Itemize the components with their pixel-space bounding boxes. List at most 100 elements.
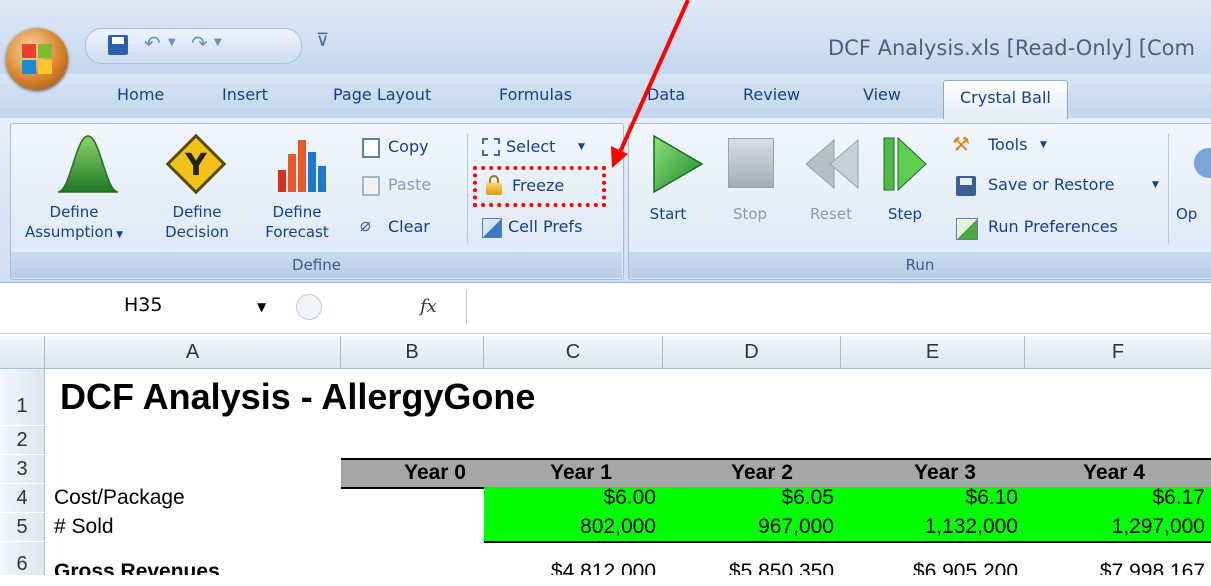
sold-value[interactable]: 1,297,000 xyxy=(1025,515,1205,539)
cost-package-value[interactable]: $6.10 xyxy=(841,486,1018,510)
quick-access-toolbar: ↶ ▼ ↷ ▼ xyxy=(85,28,302,64)
save-disk-icon xyxy=(956,176,976,196)
column-header-f[interactable]: F xyxy=(1025,336,1211,369)
tab-data[interactable]: Data xyxy=(647,85,685,104)
year-header: Year 1 xyxy=(550,461,612,484)
define-forecast-button[interactable]: Define Forecast xyxy=(252,128,342,248)
cost-package-value[interactable]: $6.05 xyxy=(663,486,834,510)
start-label: Start xyxy=(649,205,687,223)
define-group-label: Define xyxy=(11,252,622,278)
redo-dropdown-icon[interactable]: ▼ xyxy=(214,37,222,48)
insert-function-icon[interactable]: fx xyxy=(420,296,437,317)
row-label-gross-revenues: Gross Revenues xyxy=(54,560,220,575)
tab-formulas[interactable]: Formulas xyxy=(499,85,572,104)
gross-revenues-value[interactable]: $6,905,200 xyxy=(841,560,1018,575)
save-or-restore-dropdown-icon: ▼ xyxy=(1152,180,1159,190)
save-or-restore-button[interactable]: Save or Restore ▼ xyxy=(952,174,1162,200)
start-button[interactable]: Start xyxy=(640,128,704,248)
define-forecast-label-2: Forecast xyxy=(265,223,329,241)
tab-page-layout[interactable]: Page Layout xyxy=(333,85,431,104)
define-decision-label-2: Decision xyxy=(165,223,229,241)
define-decision-label-1: Define xyxy=(172,203,222,221)
tab-insert[interactable]: Insert xyxy=(222,85,268,104)
paste-icon xyxy=(362,176,380,196)
tools-dropdown-icon: ▼ xyxy=(1040,140,1047,150)
row-header-3[interactable]: 3 xyxy=(0,455,45,483)
row-header-1[interactable]: 1 xyxy=(0,369,45,425)
stop-button[interactable]: Stop xyxy=(718,128,782,248)
sold-value[interactable]: 1,132,000 xyxy=(841,515,1018,539)
year-header: Year 3 xyxy=(914,461,976,484)
tools-button[interactable]: ⚒ Tools ▼ xyxy=(952,132,1082,160)
row-header-6[interactable]: 6 xyxy=(0,542,45,575)
tab-crystal-ball[interactable]: Crystal Ball xyxy=(943,80,1068,119)
name-box[interactable]: H35 ▼ xyxy=(0,290,272,324)
column-header-a[interactable]: A xyxy=(45,336,341,369)
tab-review[interactable]: Review xyxy=(743,85,800,104)
year-header: Year 4 xyxy=(1083,461,1145,484)
column-header-c[interactable]: C xyxy=(484,336,663,369)
gross-revenues-value[interactable]: $4,812,000 xyxy=(484,560,656,575)
svg-text:Y: Y xyxy=(184,148,208,183)
copy-icon xyxy=(362,138,380,158)
clear-button[interactable]: ⌀ Clear xyxy=(360,215,460,242)
column-header-b[interactable]: B xyxy=(341,336,484,369)
sold-value[interactable]: 967,000 xyxy=(663,515,834,539)
column-header-d[interactable]: D xyxy=(663,336,841,369)
row-label-sold: # Sold xyxy=(54,515,114,538)
stop-label: Stop xyxy=(732,205,768,223)
row-header-5[interactable]: 5 xyxy=(0,513,45,541)
options-button[interactable]: Op xyxy=(1172,128,1211,248)
office-button[interactable] xyxy=(6,28,68,90)
window-title: DCF Analysis.xls [Read-Only] [Com xyxy=(828,36,1195,60)
formula-bar-handle[interactable] xyxy=(296,294,322,320)
tools-icon: ⚒ xyxy=(952,132,970,156)
name-box-dropdown-icon[interactable]: ▼ xyxy=(257,300,266,314)
freeze-highlight-box xyxy=(473,166,606,207)
select-all-corner[interactable] xyxy=(0,336,45,369)
row-header-4[interactable]: 4 xyxy=(0,484,45,512)
undo-dropdown-icon[interactable]: ▼ xyxy=(168,37,176,48)
dropdown-arrow-icon: ▼ xyxy=(113,230,124,240)
column-header-e[interactable]: E xyxy=(841,336,1025,369)
cell-prefs-icon xyxy=(482,218,502,238)
play-icon xyxy=(653,134,704,194)
sold-value[interactable]: 802,000 xyxy=(484,515,656,539)
paste-label: Paste xyxy=(388,175,432,194)
options-icon xyxy=(1194,148,1211,178)
step-button[interactable]: Step xyxy=(876,128,936,248)
customize-toolbar-icon[interactable]: ⊽ xyxy=(316,30,329,51)
office-logo-icon xyxy=(22,44,52,74)
define-assumption-button[interactable]: Define Assumption ▼ xyxy=(12,128,136,248)
row-header-2[interactable]: 2 xyxy=(0,426,45,454)
paste-button[interactable]: Paste xyxy=(360,174,460,200)
tab-view[interactable]: View xyxy=(863,85,901,104)
select-button[interactable]: Select ▼ xyxy=(480,136,610,162)
tools-label: Tools xyxy=(988,135,1028,154)
run-preferences-button[interactable]: Run Preferences xyxy=(952,216,1162,242)
undo-icon[interactable]: ↶ xyxy=(144,31,161,55)
copy-button[interactable]: Copy xyxy=(360,136,460,162)
tab-home[interactable]: Home xyxy=(117,85,164,104)
save-or-restore-label: Save or Restore xyxy=(988,175,1115,194)
cell-prefs-button[interactable]: Cell Prefs xyxy=(480,216,616,242)
forecast-chart-icon xyxy=(278,140,326,192)
clear-label: Clear xyxy=(388,217,430,236)
cost-package-value[interactable]: $6.17 xyxy=(1025,486,1205,510)
year-header: Year 2 xyxy=(731,461,793,484)
gross-revenues-value[interactable]: $5,850,350 xyxy=(663,560,834,575)
sheet-title: DCF Analysis - AllergyGone xyxy=(60,376,536,417)
formula-input[interactable] xyxy=(466,290,1211,324)
eraser-icon: ⌀ xyxy=(360,215,371,236)
gross-revenues-value[interactable]: $7,998,167 xyxy=(1025,560,1205,575)
redo-icon[interactable]: ↷ xyxy=(191,31,208,55)
name-box-value: H35 xyxy=(124,294,163,316)
cell-prefs-label: Cell Prefs xyxy=(508,217,583,236)
define-forecast-label-1: Define xyxy=(272,203,322,221)
cost-package-value[interactable]: $6.00 xyxy=(484,486,656,510)
reset-button[interactable]: Reset xyxy=(796,128,866,248)
year-header: Year 0 xyxy=(404,461,466,484)
save-icon[interactable] xyxy=(108,35,128,55)
define-decision-button[interactable]: Y Define Decision xyxy=(152,128,242,248)
decision-sign-icon: Y xyxy=(165,133,227,195)
